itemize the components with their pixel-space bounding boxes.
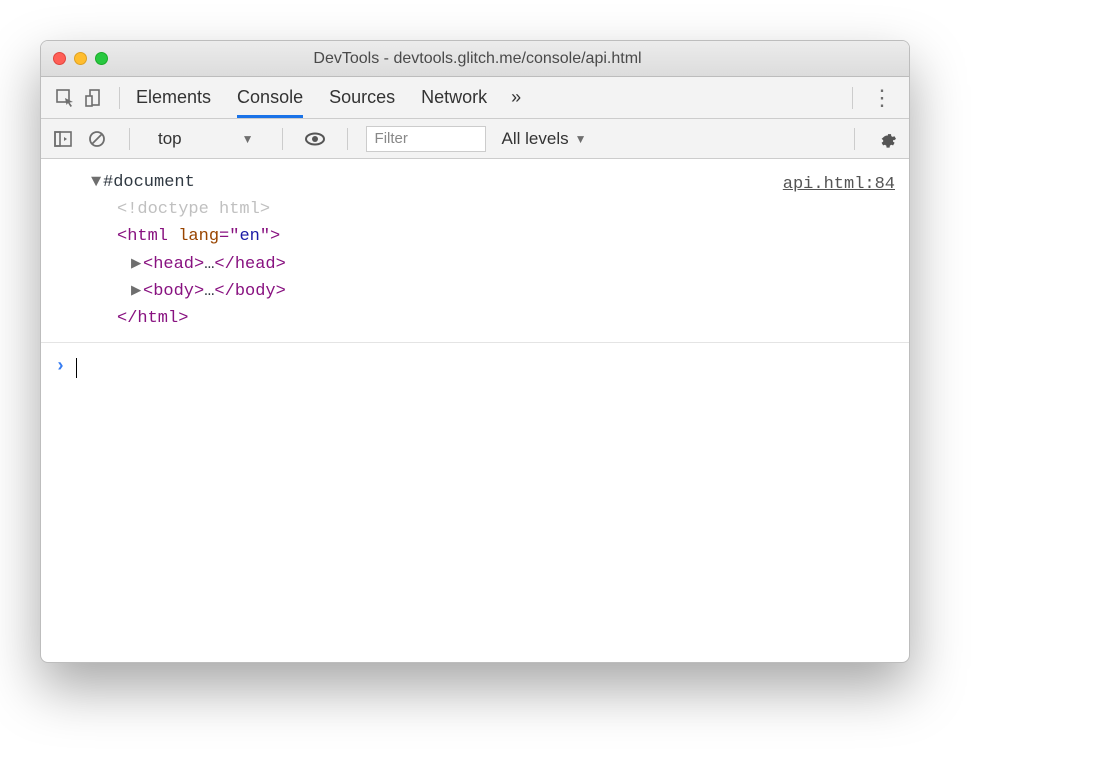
context-selector[interactable]: top ▼ (148, 129, 264, 149)
main-tabbar: Elements Console Sources Network » ⋮ (41, 77, 909, 119)
divider (852, 87, 853, 109)
window-title: DevTools - devtools.glitch.me/console/ap… (58, 50, 897, 68)
dom-head-row[interactable]: ▶<head>…</head> (55, 251, 895, 278)
divider (119, 87, 120, 109)
devtools-window: DevTools - devtools.glitch.me/console/ap… (40, 40, 910, 663)
toggle-console-sidebar-icon[interactable] (49, 125, 77, 153)
expand-toggle-icon[interactable]: ▶ (131, 278, 143, 305)
tab-network[interactable]: Network (421, 77, 487, 118)
tab-console[interactable]: Console (237, 77, 303, 118)
dom-html-open-row[interactable]: <html lang="en"> (55, 223, 895, 250)
dom-doctype-row[interactable]: <!doctype html> (55, 196, 895, 223)
divider (347, 128, 348, 150)
source-link[interactable]: api.html:84 (783, 171, 895, 198)
divider (854, 128, 855, 150)
dom-body-row[interactable]: ▶<body>…</body> (55, 278, 895, 305)
log-levels-selector[interactable]: All levels ▼ (502, 129, 587, 149)
console-toolbar: top ▼ All levels ▼ (41, 119, 909, 159)
device-toolbar-icon[interactable] (79, 84, 107, 112)
titlebar: DevTools - devtools.glitch.me/console/ap… (41, 41, 909, 77)
dom-root-row[interactable]: ▼#document (55, 169, 895, 196)
divider (129, 128, 130, 150)
console-message: api.html:84 ▼#document <!doctype html> <… (41, 165, 909, 343)
console-output: api.html:84 ▼#document <!doctype html> <… (41, 159, 909, 662)
divider (282, 128, 283, 150)
log-levels-label: All levels (502, 129, 569, 149)
console-settings-icon[interactable] (873, 125, 901, 153)
panel-tabs: Elements Console Sources Network (136, 77, 487, 118)
text-cursor (76, 358, 77, 378)
clear-console-icon[interactable] (83, 125, 111, 153)
console-prompt[interactable]: › (41, 343, 909, 662)
dom-root-label: #document (103, 173, 195, 192)
chevron-down-icon: ▼ (575, 132, 587, 146)
more-options-icon[interactable]: ⋮ (865, 85, 899, 111)
tab-elements[interactable]: Elements (136, 77, 211, 118)
tabs-overflow-icon[interactable]: » (511, 87, 521, 108)
dom-html-close-row[interactable]: </html> (55, 305, 895, 332)
tab-sources[interactable]: Sources (329, 77, 395, 118)
live-expression-icon[interactable] (301, 125, 329, 153)
inspect-element-icon[interactable] (51, 84, 79, 112)
context-label: top (158, 129, 182, 149)
prompt-chevron-icon: › (55, 353, 66, 382)
expand-toggle-icon[interactable]: ▶ (131, 251, 143, 278)
expand-toggle-icon[interactable]: ▼ (91, 169, 103, 196)
filter-input[interactable] (366, 126, 486, 152)
chevron-down-icon: ▼ (242, 132, 254, 146)
